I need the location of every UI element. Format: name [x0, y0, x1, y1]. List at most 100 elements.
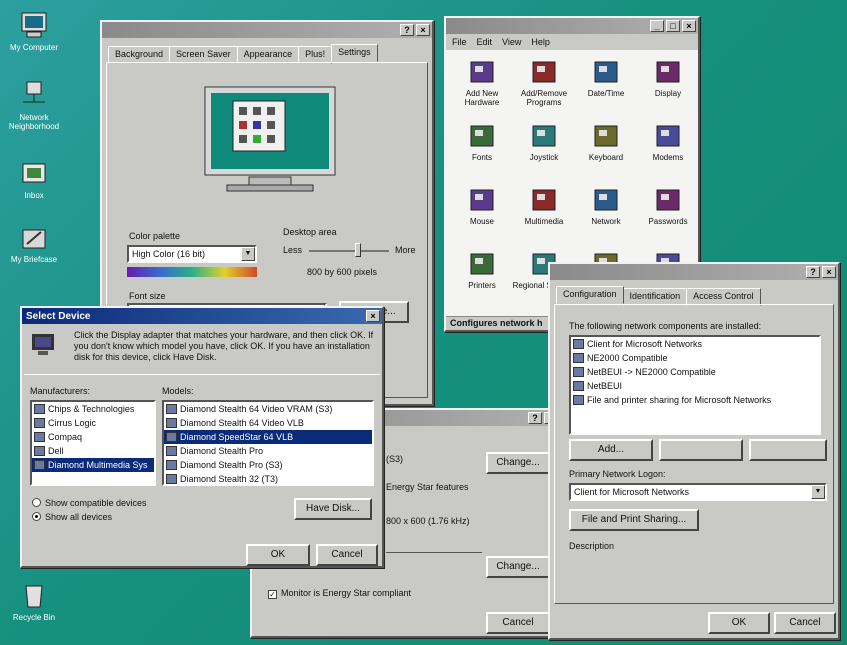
cp-item[interactable]: Add New Hardware [450, 58, 514, 107]
primary-logon-select[interactable]: Client for Microsoft Networks ▼ [569, 483, 827, 501]
network-window: ? × Configuration Identification Access C… [548, 262, 840, 640]
keyboard-icon [591, 122, 621, 150]
chevron-down-icon[interactable]: ▼ [811, 485, 825, 499]
ok-button[interactable]: OK [708, 612, 770, 634]
close-icon[interactable]: × [682, 20, 696, 32]
cp-item[interactable]: Fonts [450, 122, 514, 162]
list-item[interactable]: Diamond Stealth Pro (S3) [164, 458, 372, 472]
help-icon[interactable]: ? [528, 412, 542, 424]
show-compatible-option[interactable]: Show compatible devices [32, 498, 147, 508]
refresh-fragment: 800 x 600 (1.76 kHz) [386, 516, 470, 526]
add-button[interactable]: Add... [569, 439, 653, 461]
change-adapter-button[interactable]: Change... [486, 452, 550, 474]
resolution-slider-track[interactable] [309, 250, 389, 252]
minimize-icon[interactable]: _ [650, 20, 664, 32]
less-label: Less [283, 245, 303, 255]
chevron-down-icon[interactable]: ▼ [241, 247, 255, 261]
list-item[interactable]: Dell [32, 444, 154, 458]
instructions-text: Click the Display adapter that matches y… [74, 330, 374, 362]
cp-item[interactable]: Multimedia [512, 186, 576, 226]
display-properties-titlebar[interactable]: ? × [102, 22, 432, 38]
list-item[interactable]: File and printer sharing for Microsoft N… [571, 393, 819, 407]
properties-button[interactable] [749, 439, 827, 461]
list-item[interactable]: Compaq [32, 430, 154, 444]
display-adapter-icon [166, 446, 177, 456]
select-device-titlebar[interactable]: Select Device × [22, 308, 382, 324]
list-item[interactable]: Cirrus Logic [32, 416, 154, 430]
checkbox-icon: ✓ [268, 590, 277, 599]
desktop-icon-network[interactable]: Network Neighborhood [4, 80, 64, 131]
close-icon[interactable]: × [416, 24, 430, 36]
list-item[interactable]: NE2000 Compatible [571, 351, 819, 365]
cp-item[interactable]: Add/Remove Programs [512, 58, 576, 107]
have-disk-button[interactable]: Have Disk... [294, 498, 372, 520]
maximize-icon[interactable]: □ [666, 20, 680, 32]
list-item[interactable]: Diamond Stealth 64 Video VLB [164, 416, 372, 430]
cp-item[interactable]: Mouse [450, 186, 514, 226]
manufacturer-icon [34, 418, 45, 428]
manufacturers-list[interactable]: Chips & Technologies Cirrus Logic Compaq De… [30, 400, 156, 486]
cp-item[interactable]: Keyboard [574, 122, 638, 162]
list-item[interactable]: Diamond Stealth 64 Video VRAM (S3) [164, 402, 372, 416]
cp-item[interactable]: Joystick [512, 122, 576, 162]
list-item[interactable]: Diamond Multimedia Sys [32, 458, 154, 472]
cancel-button[interactable]: Cancel [316, 544, 378, 566]
cp-item[interactable]: Modems [636, 122, 700, 162]
cp-item[interactable]: Printers [450, 250, 514, 290]
adapter-icon [573, 353, 584, 363]
cp-item[interactable]: Display [636, 58, 700, 98]
cp-item[interactable]: Network [574, 186, 638, 226]
network-titlebar[interactable]: ? × [550, 264, 838, 280]
inbox-icon [19, 158, 49, 188]
menu-edit[interactable]: Edit [477, 34, 493, 50]
remove-button[interactable] [659, 439, 743, 461]
menu-view[interactable]: View [502, 34, 521, 50]
desktop-icon-inbox[interactable]: Inbox [4, 158, 64, 200]
ok-button[interactable]: OK [246, 544, 310, 566]
change-monitor-button[interactable]: Change... [486, 556, 550, 578]
cp-item[interactable]: Passwords [636, 186, 700, 226]
models-list[interactable]: Diamond Stealth 64 Video VRAM (S3) Diamon… [162, 400, 374, 486]
desktop-icon-briefcase[interactable]: My Briefcase [4, 222, 64, 264]
energy-star-checkbox[interactable]: ✓ Monitor is Energy Star compliant [268, 588, 411, 599]
tab-settings[interactable]: Settings [331, 44, 378, 62]
list-item[interactable]: Diamond SpeedStar 64 VLB [164, 430, 372, 444]
desktop-icon-recycle-bin[interactable]: Recycle Bin [4, 580, 64, 622]
cp-item[interactable]: Date/Time [574, 58, 638, 98]
list-item[interactable]: Client for Microsoft Networks [571, 337, 819, 351]
resolution-slider-thumb[interactable] [355, 243, 361, 257]
menu-help[interactable]: Help [531, 34, 550, 50]
cancel-button[interactable]: Cancel [774, 612, 836, 634]
primary-logon-label: Primary Network Logon: [569, 469, 666, 479]
show-all-option[interactable]: Show all devices [32, 512, 112, 522]
close-icon[interactable]: × [366, 310, 380, 322]
list-item[interactable]: NetBEUI [571, 379, 819, 393]
color-palette-label: Color palette [129, 231, 181, 241]
help-icon[interactable]: ? [400, 24, 414, 36]
printers-icon [467, 250, 497, 278]
tab-configuration[interactable]: Configuration [556, 286, 624, 304]
network-components-list[interactable]: Client for Microsoft Networks NE2000 Comp… [569, 335, 821, 435]
file-print-sharing-button[interactable]: File and Print Sharing... [569, 509, 699, 531]
energy-star-fragment: Energy Star features [386, 482, 469, 492]
list-item[interactable]: Diamond Stealth 32 (T3) [164, 472, 372, 484]
manufacturer-icon [34, 404, 45, 414]
list-item[interactable]: Diamond Stealth Pro [164, 444, 372, 458]
installed-components-label: The following network components are ins… [569, 321, 762, 331]
control-panel-titlebar[interactable]: _ □ × [446, 18, 698, 34]
menu-file[interactable]: File [452, 34, 467, 50]
select-device-dialog: Select Device × Click the Display adapte… [20, 306, 384, 568]
close-icon[interactable]: × [822, 266, 836, 278]
models-label: Models: [162, 386, 194, 396]
list-item[interactable]: Chips & Technologies [32, 402, 154, 416]
help-icon[interactable]: ? [806, 266, 820, 278]
network-icon [19, 80, 49, 110]
cp-item-label: Modems [652, 153, 684, 162]
list-item[interactable]: NetBEUI -> NE2000 Compatible [571, 365, 819, 379]
desktop-icon-my-computer[interactable]: My Computer [4, 10, 64, 52]
display-adapter-icon [166, 460, 177, 470]
manufacturer-icon [34, 460, 45, 470]
cp-item-label: Mouse [469, 217, 494, 226]
cancel-button[interactable]: Cancel [486, 612, 550, 634]
color-palette-select[interactable]: High Color (16 bit) ▼ [127, 245, 257, 263]
